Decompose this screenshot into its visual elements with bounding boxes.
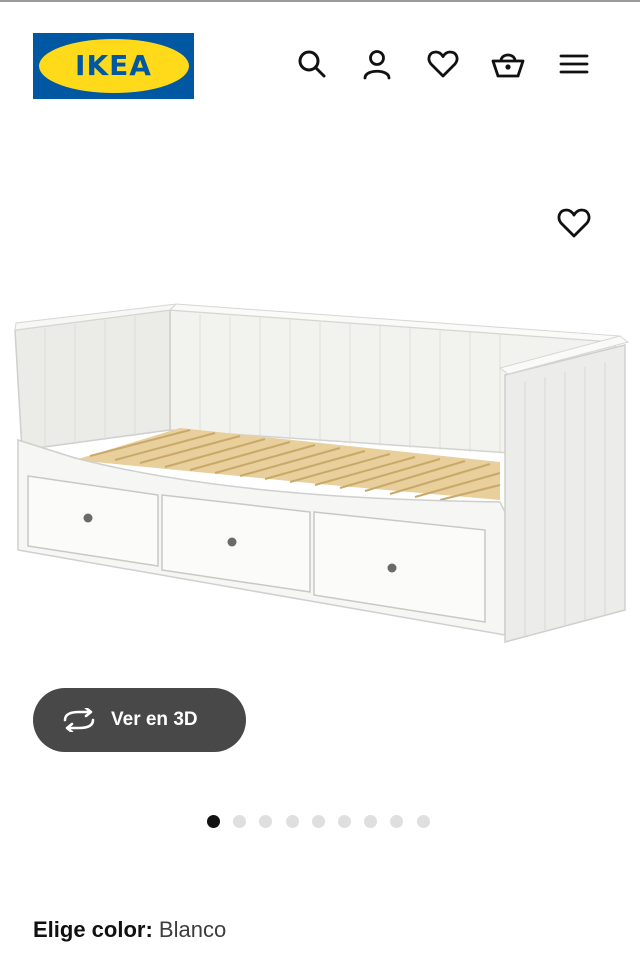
carousel-dot-7[interactable] [364,815,378,828]
heart-icon[interactable] [426,47,460,81]
top-divider [0,0,640,2]
view-3d-label: Ver en 3D [111,709,198,730]
carousel-dot-5[interactable] [311,815,325,828]
basket-icon[interactable] [491,47,525,81]
logo-text: IKEA [75,49,152,82]
color-selector[interactable]: Elige color: Blanco [33,917,226,943]
rotate-icon [61,708,97,732]
product-image[interactable] [0,290,640,660]
user-icon[interactable] [360,47,394,81]
menu-icon[interactable] [557,47,591,81]
search-icon[interactable] [295,47,329,81]
product-favorite-icon[interactable] [556,205,592,241]
carousel-dot-3[interactable] [259,815,273,828]
carousel-dot-1[interactable] [207,815,220,828]
color-value: Blanco [158,917,227,942]
view-3d-button[interactable]: Ver en 3D [33,688,246,752]
carousel-dot-6[interactable] [337,815,351,828]
carousel-dot-9[interactable] [416,815,430,828]
carousel-dot-2[interactable] [233,815,247,828]
logo-oval: IKEA [38,39,189,93]
carousel-indicator [207,815,443,829]
carousel-dot-4[interactable] [285,815,299,828]
carousel-dot-8[interactable] [390,815,404,828]
color-label: Elige color: [33,917,153,942]
ikea-logo[interactable]: IKEA [33,33,194,99]
